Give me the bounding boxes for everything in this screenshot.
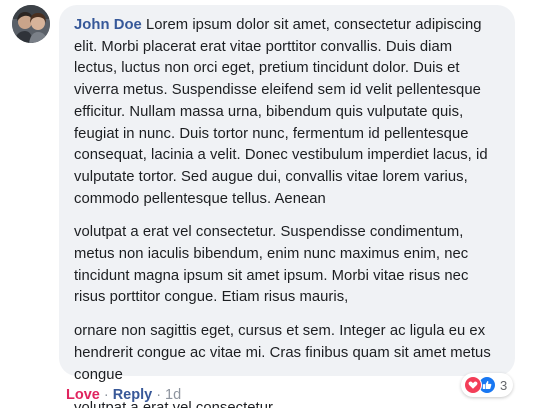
comment-paragraph: volutpat a erat vel consectetur. Suspend…: [74, 224, 469, 306]
heart-icon: [464, 376, 482, 394]
avatar-photo: [12, 5, 50, 43]
separator-dot: ·: [103, 387, 109, 403]
author-name[interactable]: John Doe: [74, 17, 142, 33]
comment-text: Lorem ipsum dolor sit amet, consectetur …: [74, 17, 488, 207]
love-button[interactable]: Love: [66, 387, 100, 403]
separator-dot: ·: [156, 387, 162, 403]
reaction-count: 3: [500, 377, 508, 393]
comment-body: John Doe Lorem ipsum dolor sit amet, con…: [74, 15, 499, 408]
comment-actions: Love · Reply · 1d: [66, 385, 181, 405]
reaction-summary[interactable]: 3: [461, 373, 514, 397]
avatar[interactable]: [12, 5, 50, 43]
comment-paragraph: John Doe Lorem ipsum dolor sit amet, con…: [74, 15, 499, 210]
comment: John Doe Lorem ipsum dolor sit amet, con…: [0, 0, 553, 408]
reply-button[interactable]: Reply: [113, 387, 153, 403]
comment-paragraph: ornare non sagittis eget, cursus et sem.…: [74, 323, 491, 383]
timestamp[interactable]: 1d: [165, 387, 181, 403]
